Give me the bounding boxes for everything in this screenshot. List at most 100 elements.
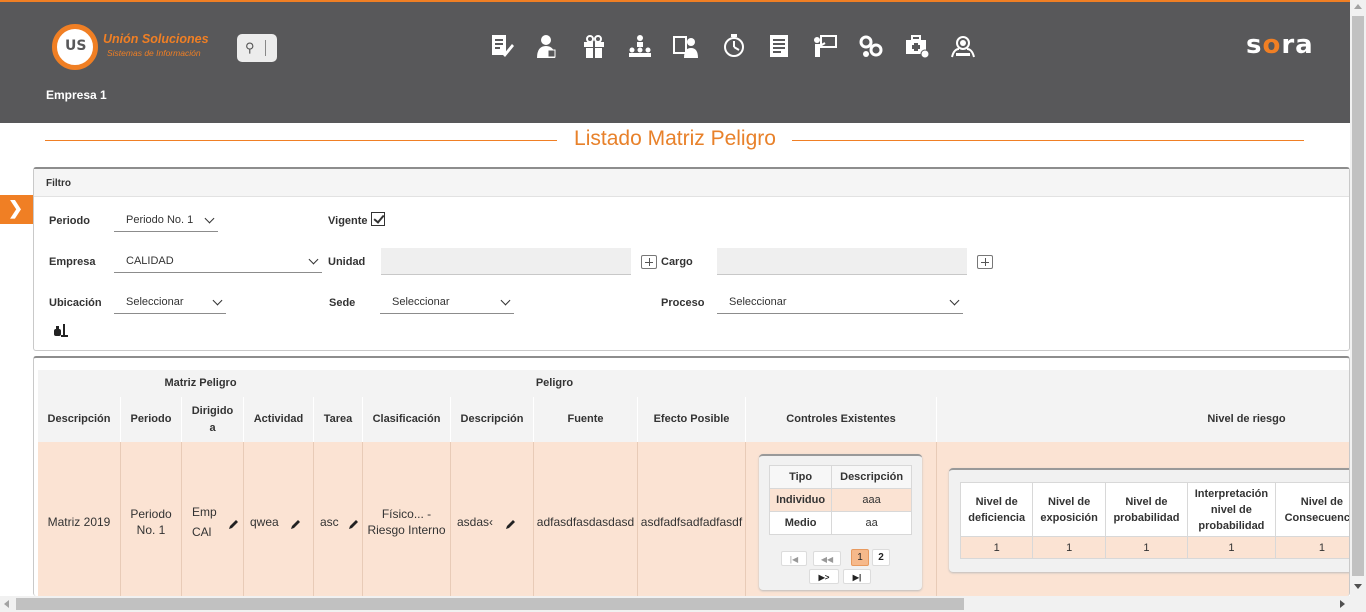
riesgo-header-consecuencia: Nivel de Consecuencia: [1274, 482, 1349, 537]
col-clasificacion: Clasificación: [363, 397, 451, 442]
scroll-up-icon[interactable]: [1354, 4, 1362, 9]
filter-panel: Filtro Periodo Periodo No. 1 Vigente Emp…: [33, 167, 1350, 351]
company-logo[interactable]: US Unión Soluciones Sistemas de Informac…: [52, 24, 222, 70]
col-actividad: Actividad: [244, 397, 314, 442]
search-icon: ⚲: [245, 40, 255, 55]
edit-descripcion-pencil-icon[interactable]: [505, 518, 515, 529]
matriz-table-panel: Matriz Peligro Peligro Descripción Perio…: [33, 356, 1350, 596]
group-header-peligro: Peligro: [363, 370, 746, 397]
search-input[interactable]: ⚲: [237, 34, 277, 62]
document-edit-icon[interactable]: [488, 33, 514, 59]
controles-header-descripcion: Descripción: [831, 465, 912, 489]
logo-mark: US: [65, 38, 87, 54]
scroll-down-icon[interactable]: [1354, 584, 1362, 589]
group-search-icon[interactable]: [950, 33, 976, 59]
cargo-picker-icon[interactable]: [977, 255, 993, 269]
empresa-select[interactable]: CALIDAD: [114, 250, 322, 273]
unidad-picker-icon[interactable]: [641, 255, 657, 269]
controles-header-tipo: Tipo: [768, 465, 833, 489]
logo-emblem: US: [52, 24, 98, 70]
unidad-field[interactable]: [381, 248, 631, 275]
controles-table: Tipo Descripción Individuo aaa Medio aa: [768, 465, 912, 535]
col-fuente: Fuente: [534, 397, 638, 442]
col-efecto: Efecto Posible: [638, 397, 746, 442]
report-list-icon[interactable]: [766, 33, 792, 59]
proceso-select[interactable]: Seleccionar: [717, 291, 963, 314]
title-rule-right: [792, 140, 1304, 141]
controles-subtable: Tipo Descripción Individuo aaa Medio aa |◀ …: [759, 454, 922, 590]
periodo-label: Periodo: [49, 215, 90, 227]
scroll-right-icon[interactable]: [1340, 600, 1345, 608]
edit-actividad-pencil-icon[interactable]: [290, 518, 300, 529]
app-header: US Unión Soluciones Sistemas de Informac…: [0, 2, 1350, 123]
training-board-icon[interactable]: [812, 33, 838, 59]
col-periodo: Periodo: [121, 397, 182, 442]
timer-icon[interactable]: [720, 33, 746, 59]
horizontal-scrollbar[interactable]: [0, 596, 1366, 612]
medical-case-icon[interactable]: [904, 33, 930, 59]
dirigido-line-1: Emp: [192, 505, 217, 519]
col-descripcion: Descripción: [38, 397, 121, 442]
scroll-left-icon[interactable]: [4, 600, 9, 608]
col-nivel-riesgo: Nivel de riesgo: [937, 397, 1349, 442]
pager-page-1[interactable]: 1: [851, 549, 869, 566]
cell-actividad: qwea: [244, 442, 314, 596]
user-card-icon[interactable]: [673, 33, 699, 59]
chevron-down-icon: [308, 254, 319, 265]
cell-descripcion: Matriz 2019: [38, 442, 121, 596]
vigente-checkbox[interactable]: [371, 212, 385, 226]
gears-icon[interactable]: [858, 33, 884, 59]
vertical-scrollbar[interactable]: [1350, 0, 1366, 596]
edit-dirigido-pencil-icon[interactable]: [228, 518, 238, 529]
horizontal-scroll-thumb[interactable]: [16, 598, 964, 610]
chevron-down-icon: [204, 213, 215, 224]
vigente-label: Vigente: [328, 215, 368, 227]
pager-page-2[interactable]: 2: [872, 549, 890, 566]
company-name: Empresa 1: [46, 88, 107, 102]
dirigido-line-2: CAl: [192, 525, 212, 539]
riesgo-header-interpretacion: Interpretación nivel de probabilidad: [1187, 482, 1276, 537]
col-peligro-descripcion: Descripción: [451, 397, 534, 442]
text-caret: [265, 40, 266, 56]
col-dirigido: Dirigido a: [182, 397, 244, 442]
cell-efecto: asdfadfsadfadfasdf: [638, 442, 746, 596]
riesgo-header-deficiencia: Nivel de deficiencia: [959, 482, 1034, 537]
clear-filter-icon[interactable]: [53, 322, 69, 338]
sidebar-toggle-button[interactable]: ❯: [0, 195, 33, 224]
riesgo-header-exposicion: Nivel de exposición: [1032, 482, 1106, 537]
gift-icon[interactable]: [581, 33, 607, 59]
table-row[interactable]: Medio aa: [768, 511, 912, 535]
cell-clasificacion: Físico... - Riesgo Interno: [363, 442, 451, 596]
cell-periodo: Periodo No. 1: [121, 442, 182, 596]
group-header-matriz: Matriz Peligro: [38, 370, 363, 397]
chevron-down-icon: [212, 295, 223, 306]
nivel-riesgo-table: Nivel de deficiencia Nivel de exposición…: [959, 482, 1349, 559]
hierarchy-icon[interactable]: [627, 33, 653, 59]
filter-header: Filtro: [34, 169, 1349, 197]
sede-select[interactable]: Seleccionar: [380, 291, 514, 314]
unidad-label: Unidad: [328, 256, 366, 268]
pager-next-button[interactable]: ▶>: [809, 569, 839, 584]
cell-peligro-descripcion: asdas‹: [451, 442, 534, 596]
table-row[interactable]: Individuo aaa: [768, 488, 912, 512]
title-rule-left: [45, 140, 557, 141]
empresa-label: Empresa: [49, 256, 96, 268]
proceso-label: Proceso: [661, 297, 705, 309]
cell-fuente: adfasdfasdasdasd: [534, 442, 638, 596]
pager-prev-button[interactable]: ◀◀: [813, 551, 841, 566]
pager-first-button[interactable]: |◀: [781, 551, 807, 566]
filter-heading: Filtro: [46, 178, 71, 189]
cargo-label: Cargo: [661, 256, 693, 268]
sora-brand-logo: sora: [1246, 30, 1314, 60]
vertical-scroll-thumb[interactable]: [1352, 16, 1364, 576]
periodo-select[interactable]: Periodo No. 1: [114, 209, 218, 232]
edit-tarea-pencil-icon[interactable]: [348, 518, 358, 529]
pager-last-button[interactable]: ▶|: [843, 569, 871, 584]
cargo-field[interactable]: [717, 248, 967, 275]
user-person-icon[interactable]: [534, 33, 560, 59]
riesgo-header-probabilidad: Nivel de probabilidad: [1104, 482, 1189, 537]
sede-label: Sede: [329, 297, 356, 309]
table-row[interactable]: 1 1 1 1 1: [959, 536, 1349, 559]
ubicacion-select[interactable]: Seleccionar: [114, 291, 226, 314]
chevron-right-icon: ❯: [8, 198, 24, 218]
